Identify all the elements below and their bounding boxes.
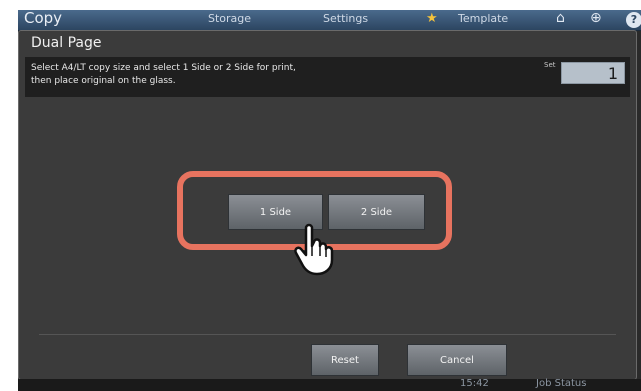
help-icon[interactable]: ?: [626, 12, 641, 28]
star-icon[interactable]: ★: [426, 11, 438, 26]
top-bar: Copy Storage Settings ★ Template ⌂ ⊕ ?: [18, 10, 641, 31]
cancel-button[interactable]: Cancel: [407, 344, 507, 376]
tab-settings[interactable]: Settings: [323, 12, 368, 25]
tab-template[interactable]: Template: [458, 12, 508, 25]
message-panel: Select A4/LT copy size and select 1 Side…: [25, 57, 630, 97]
tab-storage[interactable]: Storage: [208, 12, 251, 25]
dialog-title: Dual Page: [31, 35, 102, 51]
divider: [39, 334, 616, 335]
reset-button[interactable]: Reset: [311, 344, 379, 376]
job-status-button[interactable]: Job Status: [536, 378, 586, 389]
home-icon[interactable]: ⌂: [556, 10, 565, 26]
status-bar: 15:42 Job Status: [18, 378, 641, 391]
globe-icon[interactable]: ⊕: [590, 10, 602, 26]
instruction-text: Select A4/LT copy size and select 1 Side…: [31, 62, 471, 88]
clock: 15:42: [460, 378, 489, 389]
app-title: Copy: [24, 10, 63, 27]
set-label: Set: [544, 61, 556, 69]
instruction-line-2: then place original on the glass.: [31, 76, 176, 86]
pointing-hand-icon: [294, 223, 334, 276]
two-side-button[interactable]: 2 Side: [328, 194, 425, 230]
set-count-field[interactable]: 1: [561, 62, 625, 84]
instruction-line-1: Select A4/LT copy size and select 1 Side…: [31, 63, 296, 73]
